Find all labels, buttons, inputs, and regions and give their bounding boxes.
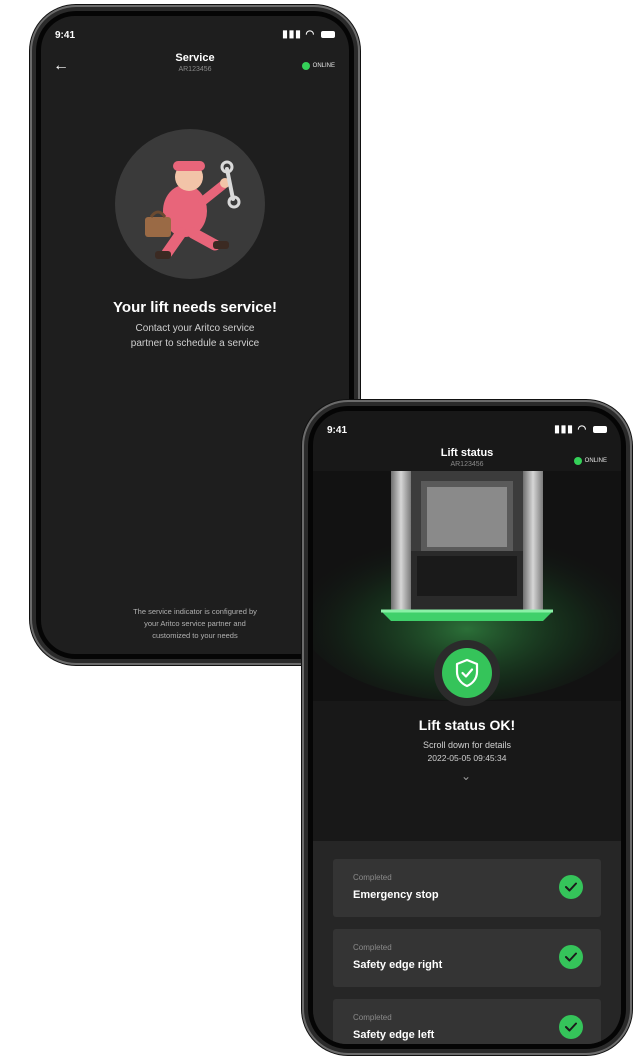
status-ok-circle bbox=[442, 648, 492, 698]
mechanic-illustration bbox=[115, 129, 265, 279]
online-badge: ONLINE bbox=[573, 457, 607, 465]
chevron-down-icon[interactable]: ⌄ bbox=[461, 769, 471, 783]
check-icon bbox=[559, 1015, 583, 1039]
check-icon bbox=[559, 875, 583, 899]
check-status: Completed bbox=[353, 873, 392, 882]
online-label: ONLINE bbox=[584, 458, 607, 464]
check-name: Safety edge right bbox=[353, 959, 443, 971]
lift-status-heading: Lift status OK! bbox=[418, 717, 516, 733]
online-badge: ONLINE bbox=[301, 62, 335, 70]
battery-icon bbox=[593, 425, 607, 433]
online-dot-icon bbox=[573, 457, 582, 465]
check-name: Emergency stop bbox=[353, 889, 439, 901]
check-name: Safety edge left bbox=[353, 1029, 435, 1041]
status-time: 9:41 bbox=[55, 30, 76, 41]
service-heading: Your lift needs service! bbox=[113, 299, 277, 316]
online-label: ONLINE bbox=[312, 63, 335, 69]
status-ok-badge bbox=[434, 640, 500, 706]
service-footnote: The service indicator is configured by y… bbox=[133, 607, 257, 640]
check-status: Completed bbox=[353, 1013, 392, 1022]
status-bar: 9:41 ▮▮▮ ◠ bbox=[313, 411, 621, 441]
status-time: 9:41 bbox=[327, 425, 348, 436]
status-bar: 9:41 ▮▮▮ ◠ bbox=[41, 16, 349, 46]
check-list[interactable]: Completed Emergency stop Completed Safet… bbox=[313, 841, 621, 1044]
lift-status-screen: 9:41 ▮▮▮ ◠ Lift status AR123456 ONLINE L… bbox=[313, 411, 621, 1044]
check-row-safety-edge-left[interactable]: Completed Safety edge left bbox=[333, 999, 601, 1044]
wifi-icon: ◠ bbox=[577, 424, 588, 435]
scroll-hint: Scroll down for details bbox=[422, 740, 512, 750]
online-dot-icon bbox=[301, 62, 310, 70]
wifi-icon: ◠ bbox=[305, 29, 316, 40]
signal-icon: ▮▮▮ bbox=[554, 424, 574, 435]
check-icon bbox=[559, 945, 583, 969]
check-row-emergency-stop[interactable]: Completed Emergency stop bbox=[333, 859, 601, 917]
status-icons: ▮▮▮ ◠ bbox=[554, 424, 607, 435]
status-icons: ▮▮▮ ◠ bbox=[282, 29, 335, 40]
check-status: Completed bbox=[353, 943, 392, 952]
signal-icon: ▮▮▮ bbox=[282, 29, 302, 40]
lift-status-phone: 9:41 ▮▮▮ ◠ Lift status AR123456 ONLINE L… bbox=[302, 400, 632, 1055]
status-timestamp: 2022-05-05 09:45:34 bbox=[427, 753, 507, 763]
battery-icon bbox=[321, 30, 335, 38]
check-row-safety-edge-right[interactable]: Completed Safety edge right bbox=[333, 929, 601, 987]
service-message: Contact your Aritco service partner to s… bbox=[130, 323, 260, 349]
mechanic-icon bbox=[145, 160, 241, 259]
shield-check-icon bbox=[455, 658, 479, 688]
nav-bar: ← Service AR123456 ONLINE bbox=[41, 50, 349, 90]
